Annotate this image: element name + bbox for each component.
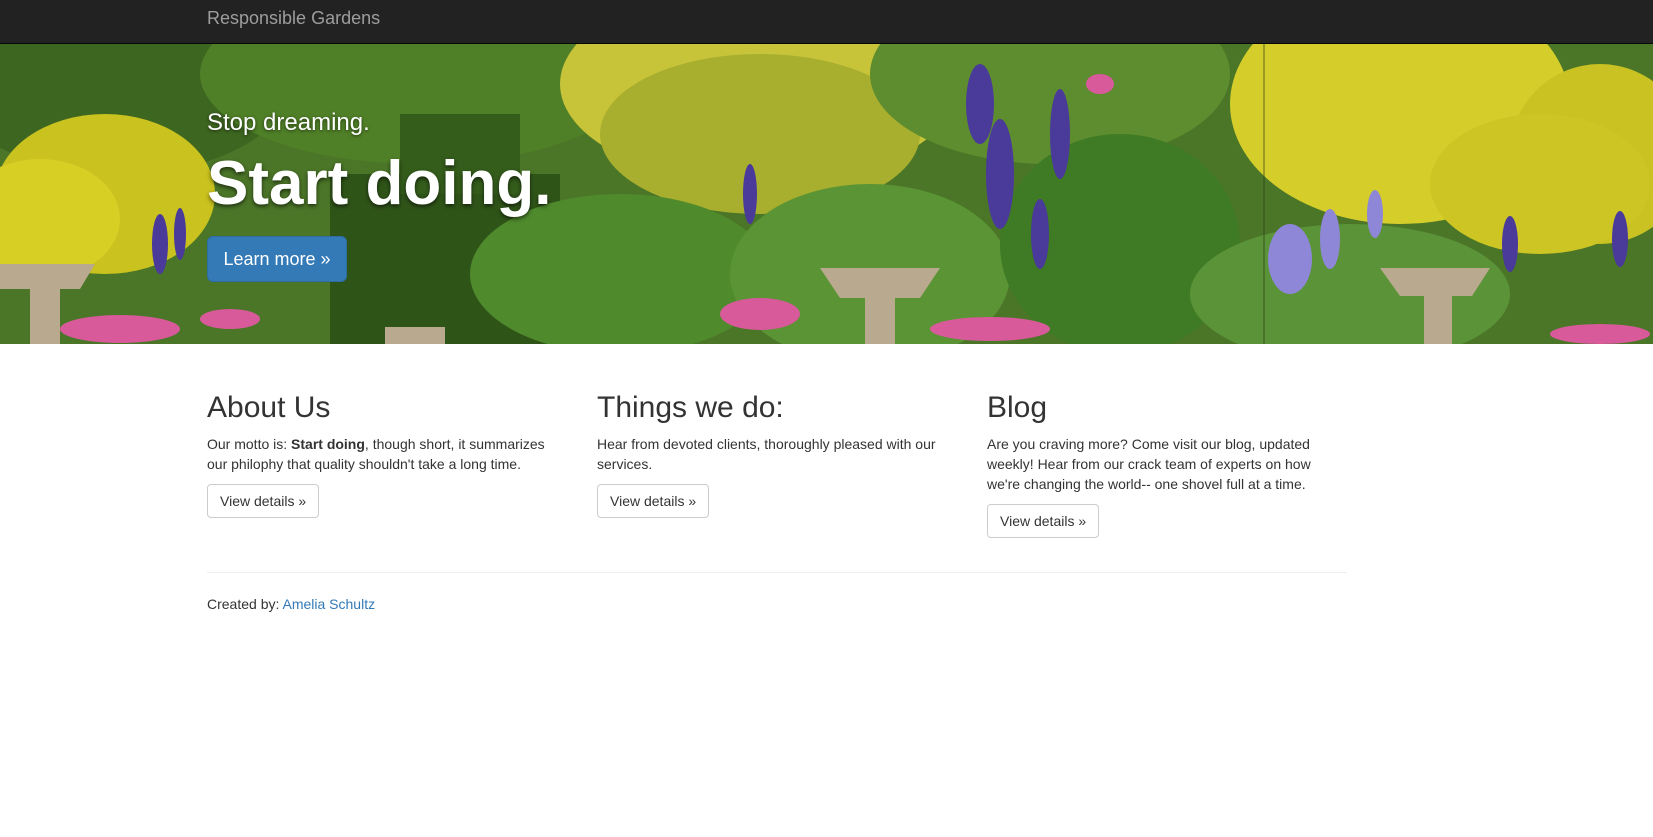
blog-text: Are you craving more? Come visit our blo…	[987, 436, 1311, 492]
about-us-heading: About Us	[207, 391, 331, 424]
things-we-do-heading: Things we do:	[597, 391, 784, 424]
learn-more-button[interactable]: Learn more »	[207, 236, 347, 282]
motto-bold-text: Start doing	[291, 436, 365, 452]
footer-divider	[207, 572, 1347, 573]
about-us-text-start: Our motto is:	[207, 436, 292, 452]
blog-column: Blog Are you craving more? Come visit ou…	[987, 391, 1347, 538]
author-link[interactable]: Amelia Schultz	[283, 596, 376, 612]
hero-title: Start doing.	[207, 149, 552, 218]
hero-tagline: Stop dreaming.	[207, 109, 370, 136]
navbar-brand[interactable]: Responsible Gardens	[207, 8, 380, 28]
things-we-do-text: Hear from devoted clients, thoroughly pl…	[597, 436, 936, 472]
about-us-text: Our motto is: Start doing, though short,…	[207, 434, 567, 474]
top-navbar: Responsible Gardens	[0, 0, 1653, 44]
blog-view-details-button[interactable]: View details »	[987, 504, 1100, 538]
things-we-do-view-details-button[interactable]: View details »	[597, 484, 710, 518]
things-we-do-column: Things we do: Hear from devoted clients,…	[597, 391, 957, 518]
about-us-view-details-button[interactable]: View details »	[207, 484, 320, 518]
footer-label: Created by:	[207, 596, 283, 612]
hero-jumbotron: Stop dreaming. Start doing. Learn more »	[0, 44, 1653, 344]
blog-heading: Blog	[987, 391, 1048, 424]
footer: Created by: Amelia Schultz	[207, 594, 375, 614]
about-us-column: About Us Our motto is: Start doing, thou…	[207, 391, 567, 518]
